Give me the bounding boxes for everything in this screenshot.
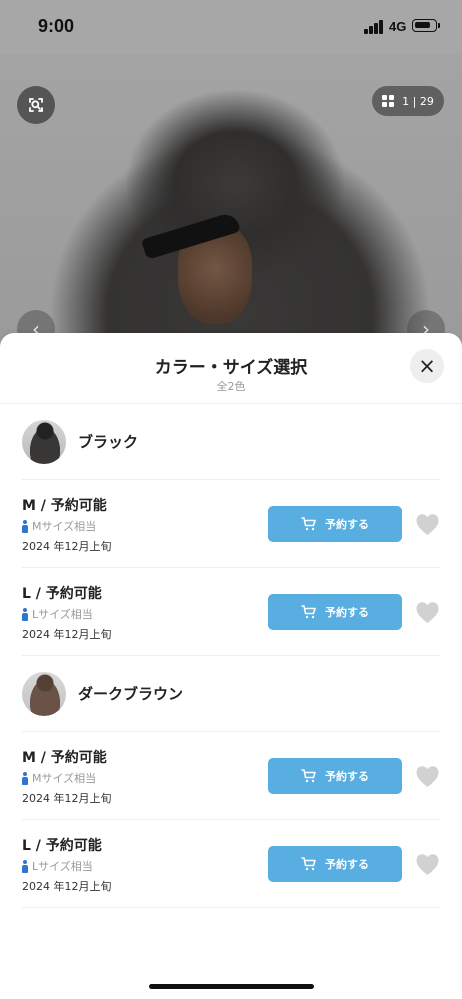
reserve-button[interactable]: 予約する (268, 594, 402, 630)
size-row-dark-brown-m: M / 予約可能 Mサイズ相当 2024 年12月上旬 予約する (22, 732, 440, 820)
status-time: 9:00 (38, 16, 75, 36)
status-bar: 9:00 4G (0, 0, 462, 54)
size-equivalent-text: Lサイズ相当 (32, 608, 93, 621)
size-equivalent: Mサイズ相当 (22, 770, 96, 786)
image-page-counter[interactable]: 1 | 29 (372, 86, 444, 116)
grid-icon (382, 95, 395, 107)
network-type: 4G (389, 19, 407, 34)
reserve-button-label: 予約する (325, 606, 369, 619)
color-header-dark-brown: ダークブラウン (22, 656, 440, 732)
delivery-date: 2024 年12月上旬 (22, 880, 112, 893)
favorite-button[interactable] (414, 763, 441, 790)
image-page-counter-text: 1 | 29 (402, 94, 434, 108)
heart-icon (416, 854, 439, 875)
close-icon: × (418, 353, 436, 378)
delivery-date: 2024 年12月上旬 (22, 540, 112, 553)
size-row-dark-brown-l: L / 予約可能 Lサイズ相当 2024 年12月上旬 予約する (22, 820, 440, 908)
color-name: ダークブラウン (78, 685, 184, 703)
size-row-black-l: L / 予約可能 Lサイズ相当 2024 年12月上旬 予約する (22, 568, 440, 656)
home-indicator[interactable] (149, 984, 314, 989)
person-icon (22, 771, 28, 785)
sheet-header: カラー・サイズ選択 全2色 × (0, 333, 462, 404)
favorite-button[interactable] (414, 599, 441, 626)
heart-icon (416, 514, 439, 535)
product-image-viewer[interactable]: 9:00 4G 1 | 29 ‹ › (0, 0, 462, 360)
size-equivalent: Mサイズ相当 (22, 518, 96, 534)
zoom-search-icon (29, 98, 43, 112)
close-button[interactable]: × (410, 349, 444, 383)
person-icon (22, 607, 28, 621)
size-availability: L / 予約可能 (22, 838, 102, 854)
reserve-button-label: 予約する (325, 770, 369, 783)
color-name: ブラック (78, 433, 139, 451)
battery-icon (412, 19, 440, 32)
reserve-button-label: 予約する (325, 518, 369, 531)
size-row-black-m: M / 予約可能 Mサイズ相当 2024 年12月上旬 予約する (22, 480, 440, 568)
reserve-button[interactable]: 予約する (268, 506, 402, 542)
favorite-button[interactable] (414, 511, 441, 538)
person-icon (22, 519, 28, 533)
size-equivalent: Lサイズ相当 (22, 858, 93, 874)
size-equivalent-text: Mサイズ相当 (32, 772, 97, 785)
size-equivalent-text: Lサイズ相当 (32, 860, 93, 873)
cart-icon (301, 769, 316, 783)
size-availability: L / 予約可能 (22, 586, 102, 602)
cart-icon (301, 517, 316, 531)
cart-icon (301, 605, 316, 619)
size-equivalent-text: Mサイズ相当 (32, 520, 97, 533)
delivery-date: 2024 年12月上旬 (22, 628, 112, 641)
reserve-button[interactable]: 予約する (268, 846, 402, 882)
heart-icon (416, 602, 439, 623)
size-availability: M / 予約可能 (22, 498, 107, 514)
size-equivalent: Lサイズ相当 (22, 606, 93, 622)
heart-icon (416, 766, 439, 787)
color-count: 全2色 (216, 380, 246, 393)
signal-strength-icon (364, 20, 386, 34)
reserve-button-label: 予約する (325, 858, 369, 871)
dark-brown-product-thumbnail (22, 671, 66, 716)
cart-icon (301, 857, 316, 871)
color-group-black: ブラック M / 予約可能 Mサイズ相当 2024 年12月上旬 予約する L … (22, 404, 440, 656)
person-icon (22, 859, 28, 873)
delivery-date: 2024 年12月上旬 (22, 792, 112, 805)
favorite-button[interactable] (414, 851, 441, 878)
color-size-selection-sheet: カラー・サイズ選択 全2色 × ブラック M / 予約可能 Mサイズ相当 202… (0, 333, 462, 999)
sheet-title: カラー・サイズ選択 (154, 358, 308, 378)
zoom-search-button[interactable] (17, 86, 55, 124)
reserve-button[interactable]: 予約する (268, 758, 402, 794)
size-availability: M / 予約可能 (22, 750, 107, 766)
black-product-thumbnail (22, 419, 66, 464)
color-group-dark-brown: ダークブラウン M / 予約可能 Mサイズ相当 2024 年12月上旬 予約する (22, 656, 440, 908)
color-header-black: ブラック (22, 404, 440, 480)
